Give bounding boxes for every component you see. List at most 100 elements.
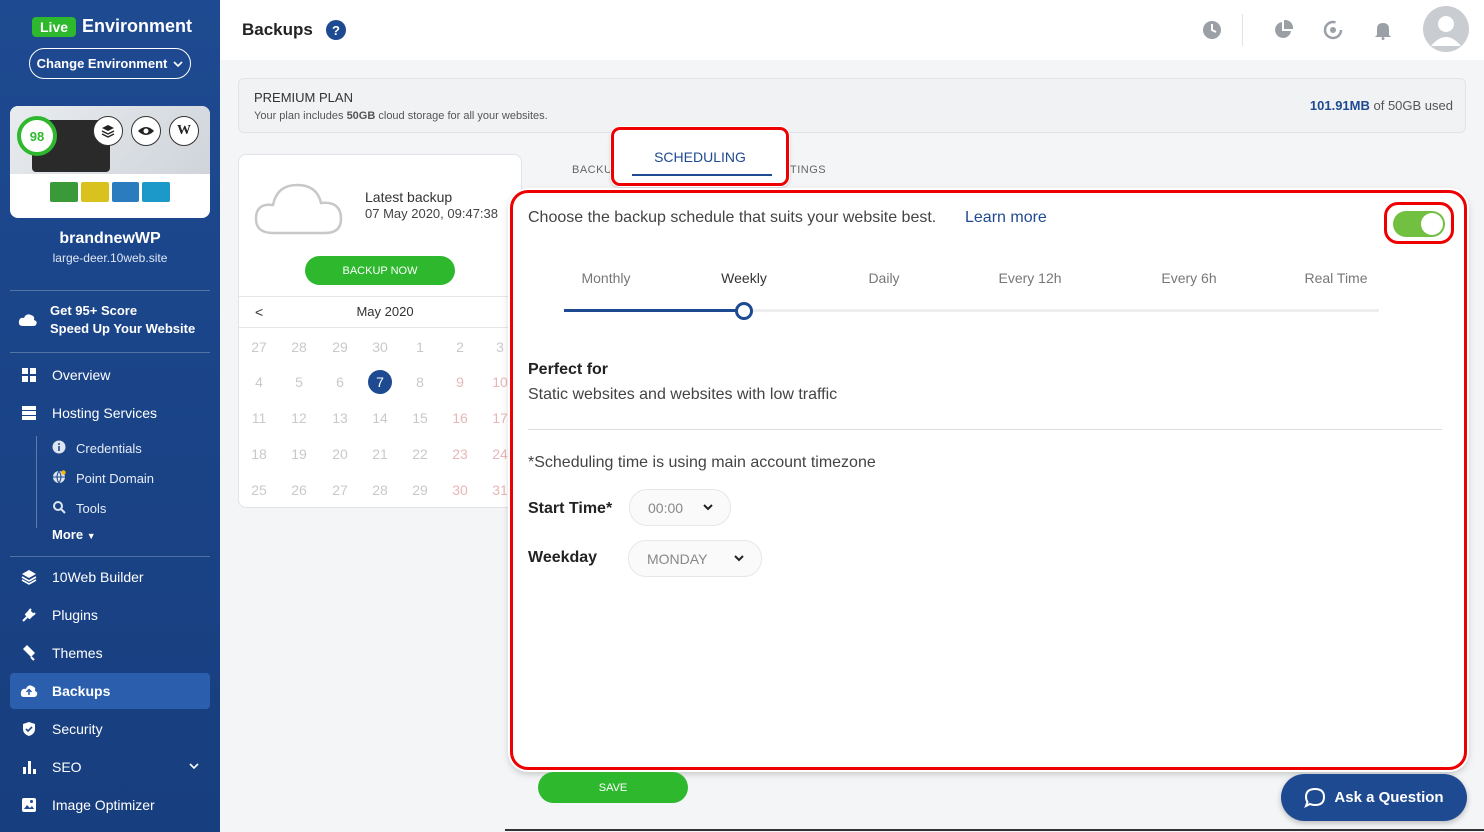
calendar-day[interactable]: 12 [287, 406, 311, 430]
calendar-day[interactable]: 29 [328, 335, 352, 359]
environment-label: Environment [82, 16, 193, 36]
sidebar-item-image-optimizer[interactable]: Image Optimizer [10, 787, 210, 823]
help-button[interactable]: ? [326, 20, 346, 40]
sidebar-item-hosting-services[interactable]: Hosting Services [10, 395, 210, 431]
sidebar-subitem-credentials[interactable]: Credentials [52, 436, 142, 460]
speed-icon[interactable] [1322, 19, 1344, 41]
chevron-down-icon [733, 552, 745, 567]
frequency-option[interactable]: Weekly [721, 270, 767, 286]
sidebar-item-seo[interactable]: SEO [10, 749, 210, 785]
calendar-day[interactable]: 3 [488, 335, 512, 359]
calendar-day[interactable]: 10 [488, 370, 512, 394]
subitem-label: Point Domain [76, 470, 155, 486]
backup-now-button[interactable]: BACKUP NOW [305, 256, 455, 285]
calendar-day[interactable]: 8 [408, 370, 432, 394]
frequency-slider-handle[interactable] [735, 302, 753, 320]
calendar-day[interactable]: 4 [247, 370, 271, 394]
calendar-day[interactable]: 27 [328, 478, 352, 502]
wordpress-icon[interactable]: W [169, 116, 199, 146]
frequency-option[interactable]: Daily [868, 270, 899, 286]
storage-used: 101.91MB of 50GB used [1309, 98, 1453, 113]
calendar-day[interactable]: 30 [448, 478, 472, 502]
sidebar-subitem-tools[interactable]: Tools [52, 496, 106, 520]
calendar-day[interactable]: 5 [287, 370, 311, 394]
sidebar-item-overview[interactable]: Overview [10, 357, 210, 393]
start-time-select[interactable]: 00:00 [629, 489, 731, 526]
speed-promo[interactable]: Get 95+ Score Speed Up Your Website [18, 303, 195, 336]
more-toggle[interactable]: More ▼ [52, 527, 96, 542]
frequency-option[interactable]: Every 12h [998, 270, 1061, 286]
calendar-day[interactable]: 11 [247, 406, 271, 430]
ask-question-button[interactable]: Ask a Question [1281, 774, 1467, 821]
calendar-day[interactable]: 27 [247, 335, 271, 359]
sidebar-item-security[interactable]: Security [10, 711, 210, 747]
calendar-day[interactable]: 1 [408, 335, 432, 359]
chevron-down-icon [188, 759, 200, 775]
sidebar-subitem-point-domain[interactable]: Point Domain [52, 466, 154, 490]
calendar-day[interactable]: 6 [328, 370, 352, 394]
shield-icon [20, 720, 38, 738]
calendar-day[interactable]: 16 [448, 406, 472, 430]
perfect-for-title: Perfect for [528, 361, 609, 378]
save-button[interactable]: SAVE [538, 772, 688, 803]
sidebar-item-10web-builder[interactable]: 10Web Builder [10, 559, 210, 595]
calendar-day[interactable]: 29 [408, 478, 432, 502]
active-tab-indicator [632, 174, 772, 176]
weekday-select[interactable]: MONDAY [628, 540, 762, 577]
calendar-day[interactable]: 25 [247, 478, 271, 502]
tab-settings[interactable]: TINGS [790, 164, 826, 176]
clock-icon[interactable] [1201, 19, 1223, 41]
sidebar-item-backups[interactable]: Backups [10, 673, 210, 709]
eye-icon[interactable] [131, 116, 161, 146]
layers-icon [20, 568, 38, 586]
user-avatar[interactable] [1423, 6, 1469, 52]
plan-info-bar: PREMIUM PLAN Your plan includes 50GB clo… [238, 78, 1466, 133]
globe-icon [52, 469, 66, 487]
frequency-option[interactable]: Monthly [581, 270, 630, 286]
calendar-day[interactable]: 24 [488, 442, 512, 466]
sidebar-divider [10, 290, 210, 291]
chevron-down-icon: ▼ [86, 531, 96, 541]
calendar-day[interactable]: 13 [328, 406, 352, 430]
chat-icon [1304, 787, 1326, 808]
brush-icon [20, 644, 38, 662]
calendar-day[interactable]: 26 [287, 478, 311, 502]
pie-chart-icon[interactable] [1272, 19, 1294, 41]
cloud-speed-icon [18, 314, 37, 326]
calendar-day[interactable]: 21 [368, 442, 392, 466]
calendar-day[interactable]: 22 [408, 442, 432, 466]
calendar-day[interactable]: 2 [448, 335, 472, 359]
calendar-day[interactable]: 20 [328, 442, 352, 466]
calendar-day[interactable]: 15 [408, 406, 432, 430]
calendar-day[interactable]: 17 [488, 406, 512, 430]
calendar-day[interactable]: 19 [287, 442, 311, 466]
site-url[interactable]: large-deer.10web.site [0, 251, 220, 265]
change-environment-button[interactable]: Change Environment [29, 48, 191, 79]
grid-icon [20, 366, 38, 384]
calendar-day[interactable]: 31 [488, 478, 512, 502]
calendar-day[interactable]: 7 [368, 370, 392, 394]
learn-more-link[interactable]: Learn more [965, 209, 1047, 227]
calendar-day[interactable]: 18 [247, 442, 271, 466]
calendar-day[interactable]: 30 [368, 335, 392, 359]
calendar-day[interactable]: 9 [448, 370, 472, 394]
calendar-day[interactable]: 23 [448, 442, 472, 466]
calendar-day[interactable]: 14 [368, 406, 392, 430]
ask-question-label: Ask a Question [1334, 789, 1444, 806]
sidebar-item-label: Themes [52, 645, 103, 661]
sidebar-item-label: Plugins [52, 607, 98, 623]
sidebar-item-plugins[interactable]: Plugins [10, 597, 210, 633]
bell-icon[interactable] [1372, 19, 1394, 41]
layers-icon[interactable] [93, 116, 123, 146]
sidebar-divider [10, 556, 210, 557]
frequency-option[interactable]: Real Time [1304, 270, 1367, 286]
calendar-day[interactable]: 28 [368, 478, 392, 502]
tab-backups[interactable]: BACKU [572, 164, 612, 176]
sidebar-item-themes[interactable]: Themes [10, 635, 210, 671]
calendar-day[interactable]: 28 [287, 335, 311, 359]
schedule-enable-toggle[interactable] [1393, 211, 1445, 237]
sidebar-item-label: Hosting Services [52, 405, 158, 421]
latest-backup-card: Latest backup 07 May 2020, 09:47:38 BACK… [238, 154, 522, 508]
tab-scheduling[interactable]: SCHEDULING [614, 149, 786, 165]
frequency-option[interactable]: Every 6h [1161, 270, 1216, 286]
